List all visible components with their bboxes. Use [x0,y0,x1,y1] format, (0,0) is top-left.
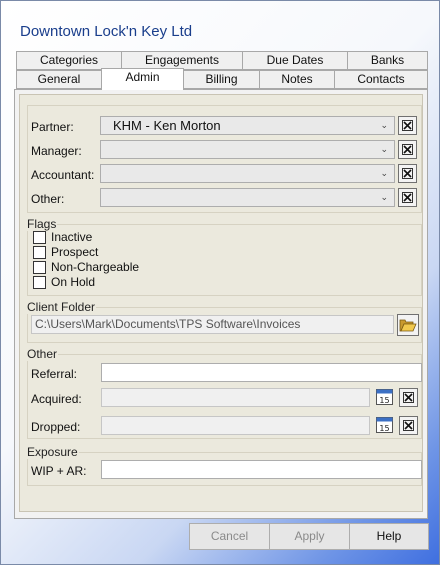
non-chargeable-checkbox[interactable] [33,261,46,274]
other-group-label: Other [26,347,59,361]
tab-billing[interactable]: Billing [183,70,260,89]
tab-contacts[interactable]: Contacts [334,70,428,89]
prospect-label: Prospect [51,245,99,259]
tab-admin[interactable]: Admin [101,68,184,90]
on-hold-checkbox[interactable] [33,276,46,289]
close-icon [402,144,413,155]
other-staff-select[interactable]: ⌄ [100,188,395,207]
tab-panel: Partner: KHM - Ken Morton ⌄ Manager: ⌄ A… [14,89,428,519]
close-icon [402,120,413,131]
other-staff-label: Other: [31,192,65,206]
close-icon [402,168,413,179]
tab-notes[interactable]: Notes [259,70,335,89]
close-icon [403,392,414,403]
calendar-day-text: 15 [379,424,389,433]
clear-partner-button[interactable] [398,116,417,135]
browse-folder-button[interactable] [397,314,419,336]
calendar-icon: 15 [376,417,393,433]
tab-due-dates[interactable]: Due Dates [242,51,348,70]
acquired-date-field[interactable] [101,388,370,407]
chevron-down-icon[interactable]: ⌄ [380,141,388,158]
inactive-checkbox[interactable] [33,231,46,244]
flags-label: Flags [26,217,58,231]
chevron-down-icon[interactable]: ⌄ [380,165,388,182]
dropped-calendar-button[interactable]: 15 [375,415,394,434]
close-icon [403,420,414,431]
clear-acquired-button[interactable] [399,388,418,407]
on-hold-label: On Hold [51,275,96,289]
dropped-label: Dropped: [31,420,81,434]
apply-button[interactable]: Apply [269,523,350,550]
referral-input[interactable] [101,363,422,382]
partner-label: Partner: [31,120,74,134]
wip-ar-label: WIP + AR: [31,464,87,478]
referral-label: Referral: [31,367,78,381]
tab-banks[interactable]: Banks [347,51,428,70]
partner-select[interactable]: KHM - Ken Morton ⌄ [100,116,395,135]
partner-value: KHM - Ken Morton [113,118,221,133]
dialog-window: Downtown Lock'n Key Ltd Categories Engag… [0,0,440,565]
admin-content: Partner: KHM - Ken Morton ⌄ Manager: ⌄ A… [19,94,423,512]
staff-group: Partner: KHM - Ken Morton ⌄ Manager: ⌄ A… [27,105,422,213]
client-folder-path: C:\Users\Mark\Documents\TPS Software\Inv… [31,315,394,334]
calendar-icon: 15 [376,389,393,405]
help-button[interactable]: Help [349,523,429,550]
clear-accountant-button[interactable] [398,164,417,183]
prospect-checkbox[interactable] [33,246,46,259]
inactive-label: Inactive [51,230,93,244]
chevron-down-icon[interactable]: ⌄ [380,189,388,206]
accountant-select[interactable]: ⌄ [100,164,395,183]
clear-manager-button[interactable] [398,140,417,159]
dropped-date-field[interactable] [101,416,370,435]
clear-dropped-button[interactable] [399,416,418,435]
tab-general[interactable]: General [16,70,102,89]
wip-ar-input[interactable] [101,460,422,479]
manager-label: Manager: [31,144,82,158]
cancel-button[interactable]: Cancel [189,523,270,550]
clear-other-staff-button[interactable] [398,188,417,207]
non-chargeable-label: Non-Chargeable [51,260,140,274]
chevron-down-icon[interactable]: ⌄ [380,117,388,134]
window-title: Downtown Lock'n Key Ltd [20,23,193,40]
exposure-label: Exposure [26,445,79,459]
acquired-label: Acquired: [31,392,82,406]
open-folder-icon [399,319,417,332]
close-icon [402,192,413,203]
calendar-day-text: 15 [379,396,389,405]
accountant-label: Accountant: [31,168,95,182]
acquired-calendar-button[interactable]: 15 [375,387,394,406]
client-folder-label: Client Folder [26,300,97,314]
manager-select[interactable]: ⌄ [100,140,395,159]
